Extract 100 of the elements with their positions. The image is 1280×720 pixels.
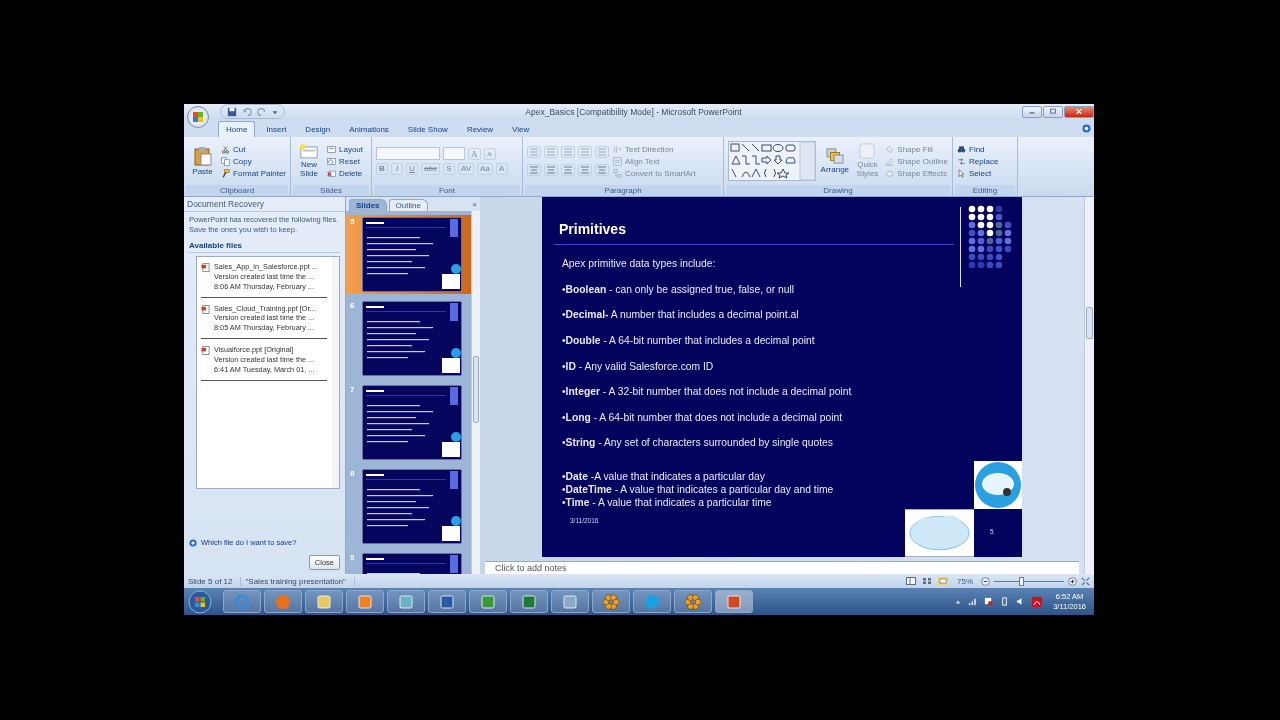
file-icon	[201, 304, 210, 314]
slide-number: 9	[350, 553, 356, 563]
minimize-button[interactable]	[1022, 105, 1042, 118]
notes-field[interactable]: Click to add notes	[485, 561, 1079, 575]
ribbon-tab[interactable]: View	[504, 120, 538, 137]
taskbar-button[interactable]	[592, 590, 630, 614]
file-icon	[201, 346, 210, 356]
battery-icon[interactable]	[1000, 597, 1010, 607]
zoom-out-icon[interactable]	[981, 576, 990, 586]
app-tray-icon[interactable]	[1032, 596, 1043, 607]
ribbon-tab[interactable]: Insert	[258, 120, 295, 137]
theme-name: "Sales training presentation"	[245, 576, 355, 586]
taskbar-button[interactable]	[428, 590, 466, 614]
taskbar-button[interactable]	[223, 590, 261, 614]
zoom-level[interactable]: 75%	[957, 576, 973, 586]
taskbar-button[interactable]	[469, 590, 507, 614]
taskbar-button[interactable]	[674, 590, 712, 614]
pen-icon	[885, 156, 895, 166]
select-button[interactable]: Select	[957, 168, 999, 178]
layout-icon	[327, 144, 336, 154]
ribbon-tab[interactable]: Review	[458, 120, 502, 137]
scrollbar[interactable]	[1084, 197, 1094, 575]
slide-show-icon[interactable]	[938, 577, 948, 586]
new-slide-button[interactable]: New Slide	[295, 143, 323, 179]
slide-number: 5	[350, 217, 356, 227]
slider-thumb[interactable]	[1018, 576, 1024, 586]
reset-icon	[327, 156, 336, 166]
delete-button[interactable]: Delete	[327, 168, 364, 178]
cursor-icon	[957, 168, 966, 178]
group-label: Drawing	[726, 185, 950, 197]
slide-text: Apex primitive data types include:	[562, 258, 717, 272]
undo-icon[interactable]	[242, 106, 252, 117]
close-button[interactable]	[1064, 105, 1094, 118]
zoom-slider[interactable]	[994, 576, 1064, 586]
save-icon[interactable]	[227, 106, 237, 117]
paint-bucket-icon	[885, 144, 895, 154]
shapes-gallery[interactable]	[728, 141, 816, 181]
slide-thumbnail[interactable]	[362, 385, 462, 461]
taskbar-button[interactable]	[510, 590, 548, 614]
slide-thumbnail[interactable]	[362, 469, 462, 545]
replace-button[interactable]: Replace	[957, 156, 999, 166]
scissors-icon	[221, 144, 231, 154]
flower-icon	[685, 593, 701, 610]
painter-button[interactable]: Format Painter	[221, 168, 286, 178]
pane-tab[interactable]: Slides	[349, 199, 387, 212]
bullet-item: •Integer - A 32-bit number that does not include a decimal point	[562, 386, 853, 400]
group-label: Font	[374, 185, 520, 197]
help-icon	[189, 538, 197, 547]
taskbar-button[interactable]	[264, 590, 302, 614]
slide-thumbnail[interactable]	[362, 301, 462, 377]
quick-styles-icon	[859, 143, 876, 160]
binoculars-icon	[957, 144, 966, 154]
ribbon-tab[interactable]: Animations	[341, 120, 397, 137]
signal-icon[interactable]	[968, 597, 978, 607]
smartart-icon	[613, 168, 622, 178]
redo-icon[interactable]	[257, 106, 267, 117]
fit-to-window-icon[interactable]	[1081, 576, 1090, 586]
slide-counter: Slide 5 of 12	[188, 576, 242, 586]
scrollbar[interactable]	[471, 211, 480, 575]
four-squares-logo-icon	[192, 111, 204, 123]
layout-button[interactable]: Layout	[327, 144, 364, 154]
clipboard-icon	[193, 145, 212, 166]
ribbon-tab[interactable]: Home	[218, 120, 256, 137]
paintbrush-icon	[221, 168, 231, 178]
find-button[interactable]: Find	[957, 144, 999, 154]
arrange-icon	[825, 147, 844, 164]
taskbar-button[interactable]	[633, 590, 671, 614]
zoom-in-icon[interactable]	[1068, 576, 1077, 586]
show-hidden-icons-icon[interactable]	[955, 598, 962, 605]
bullet-item: •ID - Any valid Salesforce.com ID	[562, 360, 715, 374]
bullet-item: •Double - A 64-bit number that includes a decimal point	[562, 335, 816, 349]
taskbar-button[interactable]	[387, 590, 425, 614]
help-icon[interactable]	[1082, 123, 1091, 133]
copy-button[interactable]: Copy	[221, 156, 286, 166]
customize-caret-icon[interactable]	[272, 108, 278, 115]
close-button[interactable]: ×	[472, 199, 477, 209]
pane-tab[interactable]: Outline	[388, 199, 428, 212]
taskbar-button[interactable]	[715, 590, 753, 614]
slide-number: 8	[350, 469, 356, 479]
font-size-field[interactable]	[443, 147, 465, 160]
slide-sorter-icon[interactable]	[922, 577, 932, 586]
normal-view-icon[interactable]	[906, 577, 916, 586]
replace-icon	[957, 156, 966, 166]
taskbar-button[interactable]	[346, 590, 384, 614]
start-button[interactable]	[188, 589, 212, 614]
scrollbar[interactable]	[332, 257, 339, 489]
font-name-field[interactable]	[376, 147, 440, 160]
ribbon-tab[interactable]: Slide Show	[399, 120, 456, 137]
taskbar-button[interactable]	[551, 590, 589, 614]
reset-button[interactable]: Reset	[327, 156, 364, 166]
window-title: Apex_Basics [Compatibility Mode] - Microsoft PowerPoint	[524, 106, 743, 117]
arrange-button[interactable]: Arrange	[820, 147, 850, 175]
bullet-item: •String - Any set of characters surrounded by single quotes	[562, 437, 834, 451]
paste-button[interactable]: Paste	[188, 145, 218, 177]
taskbar-button[interactable]	[305, 590, 343, 614]
bullet-item: •Boolean - can only be assigned true, false, or null	[562, 283, 795, 297]
slide-thumbnail[interactable]	[362, 217, 462, 293]
maximize-button[interactable]	[1043, 105, 1063, 118]
ribbon-tab[interactable]: Design	[297, 120, 339, 137]
cut-button[interactable]: Cut	[221, 144, 286, 154]
